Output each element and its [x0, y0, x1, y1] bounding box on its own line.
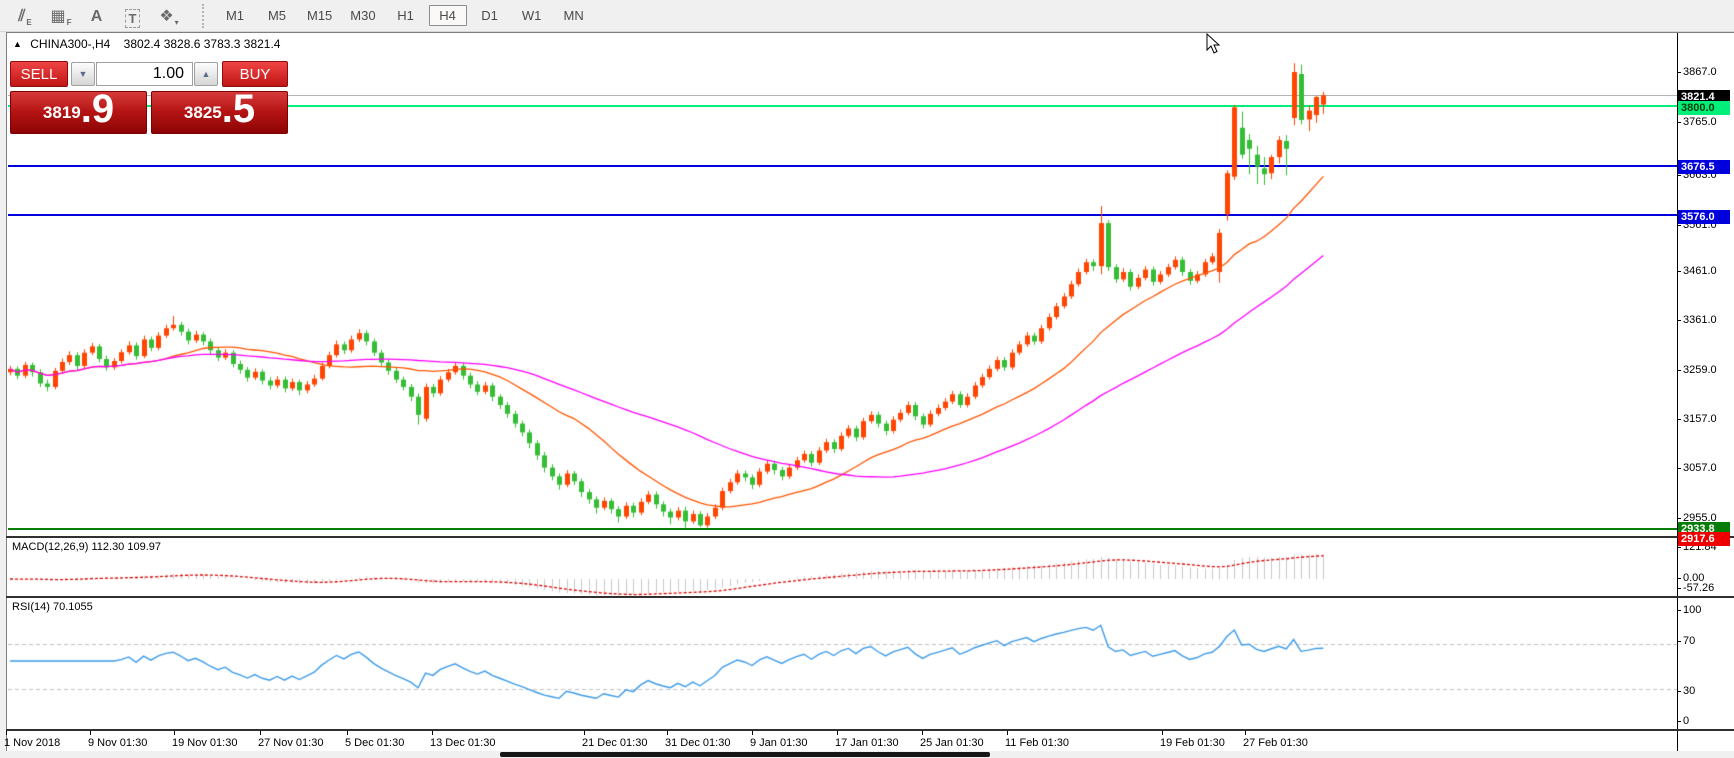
date-label: 13 Dec 01:30 [430, 737, 495, 749]
sell-price-main: 3819 [43, 103, 81, 123]
price-tick: -57.26 [1683, 582, 1714, 594]
price-tick: 3157.0 [1683, 413, 1717, 425]
price-badge: 3800.0 [1678, 101, 1730, 115]
date-label: 31 Dec 01:30 [665, 737, 730, 749]
timeframe-m30[interactable]: M30 [343, 5, 382, 26]
macd-rsi-separator[interactable] [6, 596, 1734, 598]
timeframe-m5[interactable]: M5 [258, 5, 296, 26]
fibonacci-retracement-icon[interactable]: ▦F [46, 4, 76, 28]
toolbar-separator [202, 4, 204, 28]
rsi-label: RSI(14) 70.1055 [12, 601, 93, 613]
date-label: 19 Nov 01:30 [172, 737, 237, 749]
timeframe-m1[interactable]: M1 [216, 5, 254, 26]
date-label: 11 Feb 01:30 [1005, 737, 1069, 749]
price-badge: 2917.6 [1678, 532, 1730, 546]
text-label-icon[interactable]: T [118, 4, 148, 28]
timeframe-group: M1M5M15M30H1H4D1W1MN [214, 5, 595, 26]
macd-label: MACD(12,26,9) 112.30 109.97 [12, 541, 161, 553]
buy-button[interactable]: BUY [222, 61, 288, 87]
price-tick: 70 [1683, 635, 1695, 647]
timeframe-h4[interactable]: H4 [429, 5, 467, 26]
date-label: 1 Nov 2018 [4, 737, 60, 749]
date-label: 27 Nov 01:30 [258, 737, 323, 749]
sell-price-pips: .9 [81, 89, 114, 129]
drawing-tool-group: ⫽E▦FAT❖▾ [10, 4, 190, 28]
timeframe-m15[interactable]: M15 [300, 5, 339, 26]
collapse-triangle-icon[interactable]: ▲ [13, 39, 22, 49]
sell-button[interactable]: SELL [10, 61, 68, 87]
date-tick [1245, 731, 1246, 735]
shapes-arrows-icon[interactable]: ❖▾ [154, 4, 184, 28]
timeframe-mn[interactable]: MN [555, 5, 593, 26]
chart-header: ▲ CHINA300-,H4 3802.4 3828.6 3783.3 3821… [13, 37, 280, 51]
date-label: 21 Dec 01:30 [582, 737, 647, 749]
rsi-dates-separator [6, 729, 1734, 731]
price-tick: 3259.0 [1683, 364, 1717, 376]
sell-price-button[interactable]: 3819.9 [10, 91, 147, 134]
date-tick [1007, 731, 1008, 735]
price-tick: 3765.0 [1683, 116, 1717, 128]
date-label: 19 Feb 01:30 [1160, 737, 1225, 749]
equidistant-channel-icon[interactable]: ⫽E [10, 4, 40, 28]
date-label: 27 Feb 01:30 [1243, 737, 1308, 749]
price-tick: 3057.0 [1683, 462, 1717, 474]
volume-input[interactable] [96, 62, 193, 86]
date-label: 9 Nov 01:30 [88, 737, 147, 749]
date-label: 5 Dec 01:30 [345, 737, 404, 749]
toolbar: ⫽E▦FAT❖▾ M1M5M15M30H1H4D1W1MN [0, 0, 1734, 32]
price-chart-canvas[interactable] [8, 33, 1677, 731]
one-click-trading-panel: SELL ▼ ▲ BUY 3819.9 3825.5 [8, 59, 292, 134]
price-tick: 0 [1683, 715, 1689, 727]
date-tick [432, 731, 433, 735]
price-tick: 3461.0 [1683, 265, 1717, 277]
date-tick [174, 731, 175, 735]
volume-decrease-button[interactable]: ▼ [71, 62, 95, 86]
price-tick: 100 [1683, 604, 1701, 616]
buy-price-main: 3825 [184, 103, 222, 123]
date-tick [837, 731, 838, 735]
date-label: 9 Jan 01:30 [750, 737, 808, 749]
mouse-cursor [1206, 33, 1222, 55]
ohlc-values: 3802.4 3828.6 3783.3 3821.4 [124, 37, 281, 51]
main-macd-separator[interactable] [6, 536, 1734, 538]
price-badge: 3676.5 [1678, 160, 1730, 174]
text-icon[interactable]: A [82, 4, 112, 28]
date-tick [90, 731, 91, 735]
price-tick: 30 [1683, 685, 1695, 697]
date-label: 25 Jan 01:30 [920, 737, 984, 749]
buy-price-pips: .5 [222, 89, 255, 129]
date-tick [260, 731, 261, 735]
price-axis-border [1677, 33, 1678, 751]
date-tick [584, 731, 585, 735]
date-tick [667, 731, 668, 735]
date-tick [347, 731, 348, 735]
volume-increase-button[interactable]: ▲ [194, 62, 218, 86]
taskbar-fragment [500, 752, 990, 757]
date-tick [752, 731, 753, 735]
date-label: 17 Jan 01:30 [835, 737, 899, 749]
price-tick: 3867.0 [1683, 66, 1717, 78]
timeframe-h1[interactable]: H1 [387, 5, 425, 26]
price-badge: 3576.0 [1678, 210, 1730, 224]
price-tick: 3361.0 [1683, 314, 1717, 326]
timeframe-w1[interactable]: W1 [513, 5, 551, 26]
timeframe-d1[interactable]: D1 [471, 5, 509, 26]
symbol-timeframe: CHINA300-,H4 [30, 37, 110, 51]
date-tick [1162, 731, 1163, 735]
buy-price-button[interactable]: 3825.5 [151, 91, 288, 134]
date-tick [6, 731, 7, 735]
date-tick [922, 731, 923, 735]
